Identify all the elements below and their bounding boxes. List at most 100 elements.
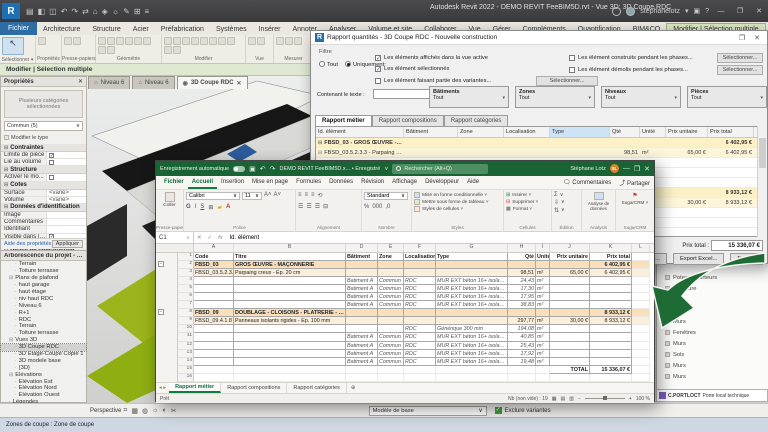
cell-G4[interactable]: MUR EXT béton 16+ isolant 14 <box>436 277 508 286</box>
minimize-button[interactable]: — <box>623 165 630 172</box>
select-button-construits[interactable]: Sélectionner... <box>717 53 763 63</box>
close-icon[interactable]: ✕ <box>237 80 242 87</box>
filter-combo-2[interactable]: Niveaux Tout ▾ <box>601 86 681 108</box>
cell-F1[interactable]: Localisation <box>404 253 436 262</box>
excel-filename[interactable]: DEMO REVIT FeeBIM5D.x... • Enregistré <box>279 166 380 172</box>
cell-I15[interactable] <box>536 365 550 374</box>
tool-icon[interactable] <box>200 37 208 45</box>
property-value[interactable]: <varie> <box>46 189 86 196</box>
cell-F14[interactable]: RDC <box>404 357 436 366</box>
tree-item[interactable]: · R+1 <box>1 309 86 316</box>
font-color-icon[interactable]: A <box>226 204 230 211</box>
excel-tab-Révision[interactable]: Révision <box>357 177 388 189</box>
cell-B10[interactable] <box>234 325 346 334</box>
sheet-nav-icons[interactable]: ◂ ▸ <box>156 385 169 391</box>
tree-item[interactable]: ⊟ Vues 3D <box>1 337 86 344</box>
cell-B16[interactable] <box>234 373 346 382</box>
shadows-icon[interactable]: ◐ <box>162 407 166 414</box>
cell-H4[interactable]: 24,43 <box>508 277 536 286</box>
cell-B9[interactable]: Panneaux isolants rigides - Ep. 100 mm <box>234 317 346 326</box>
revit-username[interactable]: stephanelotz <box>640 8 680 15</box>
column-header[interactable]: Unité <box>640 127 666 137</box>
outline-gutter[interactable] <box>156 253 178 262</box>
align-middle-icon[interactable]: ≡ <box>305 192 309 199</box>
visual-style-icon[interactable]: ◍ <box>142 407 148 415</box>
qat-icon-8[interactable]: ☼ <box>112 7 119 16</box>
cell-A5[interactable] <box>194 285 234 294</box>
insert-cells-button[interactable]: ⊞ Insérer ˅ <box>506 192 549 198</box>
autosum-button[interactable]: Σ ∨ <box>554 192 579 198</box>
cell-L15[interactable] <box>632 365 650 374</box>
cell-D4[interactable]: Batiment A <box>346 277 378 286</box>
cell-K9[interactable]: 8 933,12 € <box>590 317 632 326</box>
close-button[interactable]: ✕ <box>751 34 763 42</box>
edit-type-icon[interactable] <box>4 135 9 140</box>
tree-item[interactable]: · Terrain <box>1 261 86 268</box>
cell-H13[interactable]: 17,92 <box>508 349 536 358</box>
cell-A13[interactable] <box>194 349 234 358</box>
zoom-level[interactable]: 100 % <box>636 396 650 402</box>
restore-button[interactable]: ❐ <box>736 34 748 42</box>
cell-A14[interactable] <box>194 357 234 366</box>
decimal-icon[interactable]: ,0 <box>385 204 390 210</box>
type-selector-box[interactable]: C.PORTLOCT Porte local technique <box>656 389 768 402</box>
outline-gutter[interactable] <box>156 285 178 294</box>
cell-H12[interactable]: 25,43 <box>508 341 536 350</box>
shrink-font-icon[interactable]: A˅ <box>274 192 282 200</box>
outline-gutter[interactable] <box>156 269 178 278</box>
data-analysis-label[interactable]: Analyse de données <box>584 201 613 211</box>
property-group[interactable]: ⊟ Cotes <box>1 181 86 190</box>
tool-icon[interactable] <box>98 37 106 45</box>
cell-K13[interactable] <box>590 349 632 358</box>
select-button-variantes[interactable]: Sélectionner... <box>536 76 598 86</box>
report-row[interactable]: ⊟FBSD_03.5.2.3.3 - Parpaing creux - Ep. … <box>316 148 762 158</box>
outline-gutter[interactable] <box>156 317 178 326</box>
cell-A6[interactable] <box>194 293 234 302</box>
outline-gutter[interactable] <box>156 357 178 366</box>
cell-F5[interactable]: RDC <box>404 285 436 294</box>
cell-J10[interactable] <box>550 325 590 334</box>
cell-B12[interactable] <box>234 341 346 350</box>
cell-J6[interactable] <box>550 293 590 302</box>
cell-G2[interactable] <box>436 261 508 270</box>
scale-icon[interactable]: ⌗ <box>123 407 127 415</box>
collapse-icon[interactable]: ⊟ <box>318 140 322 146</box>
column-header[interactable]: Qté <box>610 127 640 137</box>
cell-I3[interactable]: m² <box>536 269 550 278</box>
tree-item[interactable]: · Toiture terrasse <box>1 268 86 275</box>
dialog-checkbox-2[interactable]: Les élément faisant partie des variantes… <box>375 78 491 84</box>
cell-L14[interactable] <box>632 357 650 366</box>
cell-G10[interactable]: Générique 300 mm <box>436 325 508 334</box>
tool-icon[interactable] <box>116 37 124 45</box>
cell-G14[interactable]: MUR EXT béton 16+ isolant 14 <box>436 357 508 366</box>
qat-icon-0[interactable]: ▤ <box>26 7 34 16</box>
cell-G5[interactable]: MUR EXT béton 16+ isolant 14 <box>436 285 508 294</box>
cell-G8[interactable] <box>436 309 508 318</box>
column-header[interactable]: Id. élément <box>316 127 404 137</box>
row-number[interactable]: 12 <box>178 341 194 350</box>
view-tab-2[interactable]: ◉ 3D Coupe RDC ✕ <box>176 76 248 89</box>
tree-item[interactable]: · {3D} <box>1 364 86 371</box>
sugarcrm-button[interactable]: SugarCRM ˅ <box>622 200 649 205</box>
view-break-icon[interactable]: ▥ <box>569 396 574 402</box>
excel-tab-Accueil[interactable]: Accueil <box>187 177 218 189</box>
cell-A3[interactable]: FBSD_03.5.2.3.3 <box>194 269 234 278</box>
excel-tab-Données[interactable]: Données <box>325 177 357 189</box>
percent-icon[interactable]: % <box>364 204 369 210</box>
sheet-tab-Rapport catégories[interactable]: Rapport catégories <box>287 383 347 393</box>
cell-I6[interactable]: m² <box>536 293 550 302</box>
revit-tab[interactable]: Insérer <box>253 24 287 35</box>
cell-H7[interactable]: 38,83 <box>508 301 536 310</box>
type-selector[interactable]: Plusieurs catégories sélectionnées <box>4 90 83 118</box>
cell-A1[interactable]: Code <box>194 253 234 262</box>
properties-help-link[interactable]: Aide des propriétés <box>4 241 51 247</box>
cell-A9[interactable]: FBSD_09.4.1.8 <box>194 317 234 326</box>
outline-gutter[interactable] <box>156 373 178 382</box>
cell-H2[interactable] <box>508 261 536 270</box>
cell-D12[interactable]: Batiment A <box>346 341 378 350</box>
cell-B11[interactable] <box>234 333 346 342</box>
column-letter-F[interactable]: F <box>404 244 436 252</box>
cell-G13[interactable]: MUR EXT béton 16+ isolant 14 <box>436 349 508 358</box>
property-value[interactable] <box>46 174 86 181</box>
tool-icon[interactable] <box>125 37 133 45</box>
